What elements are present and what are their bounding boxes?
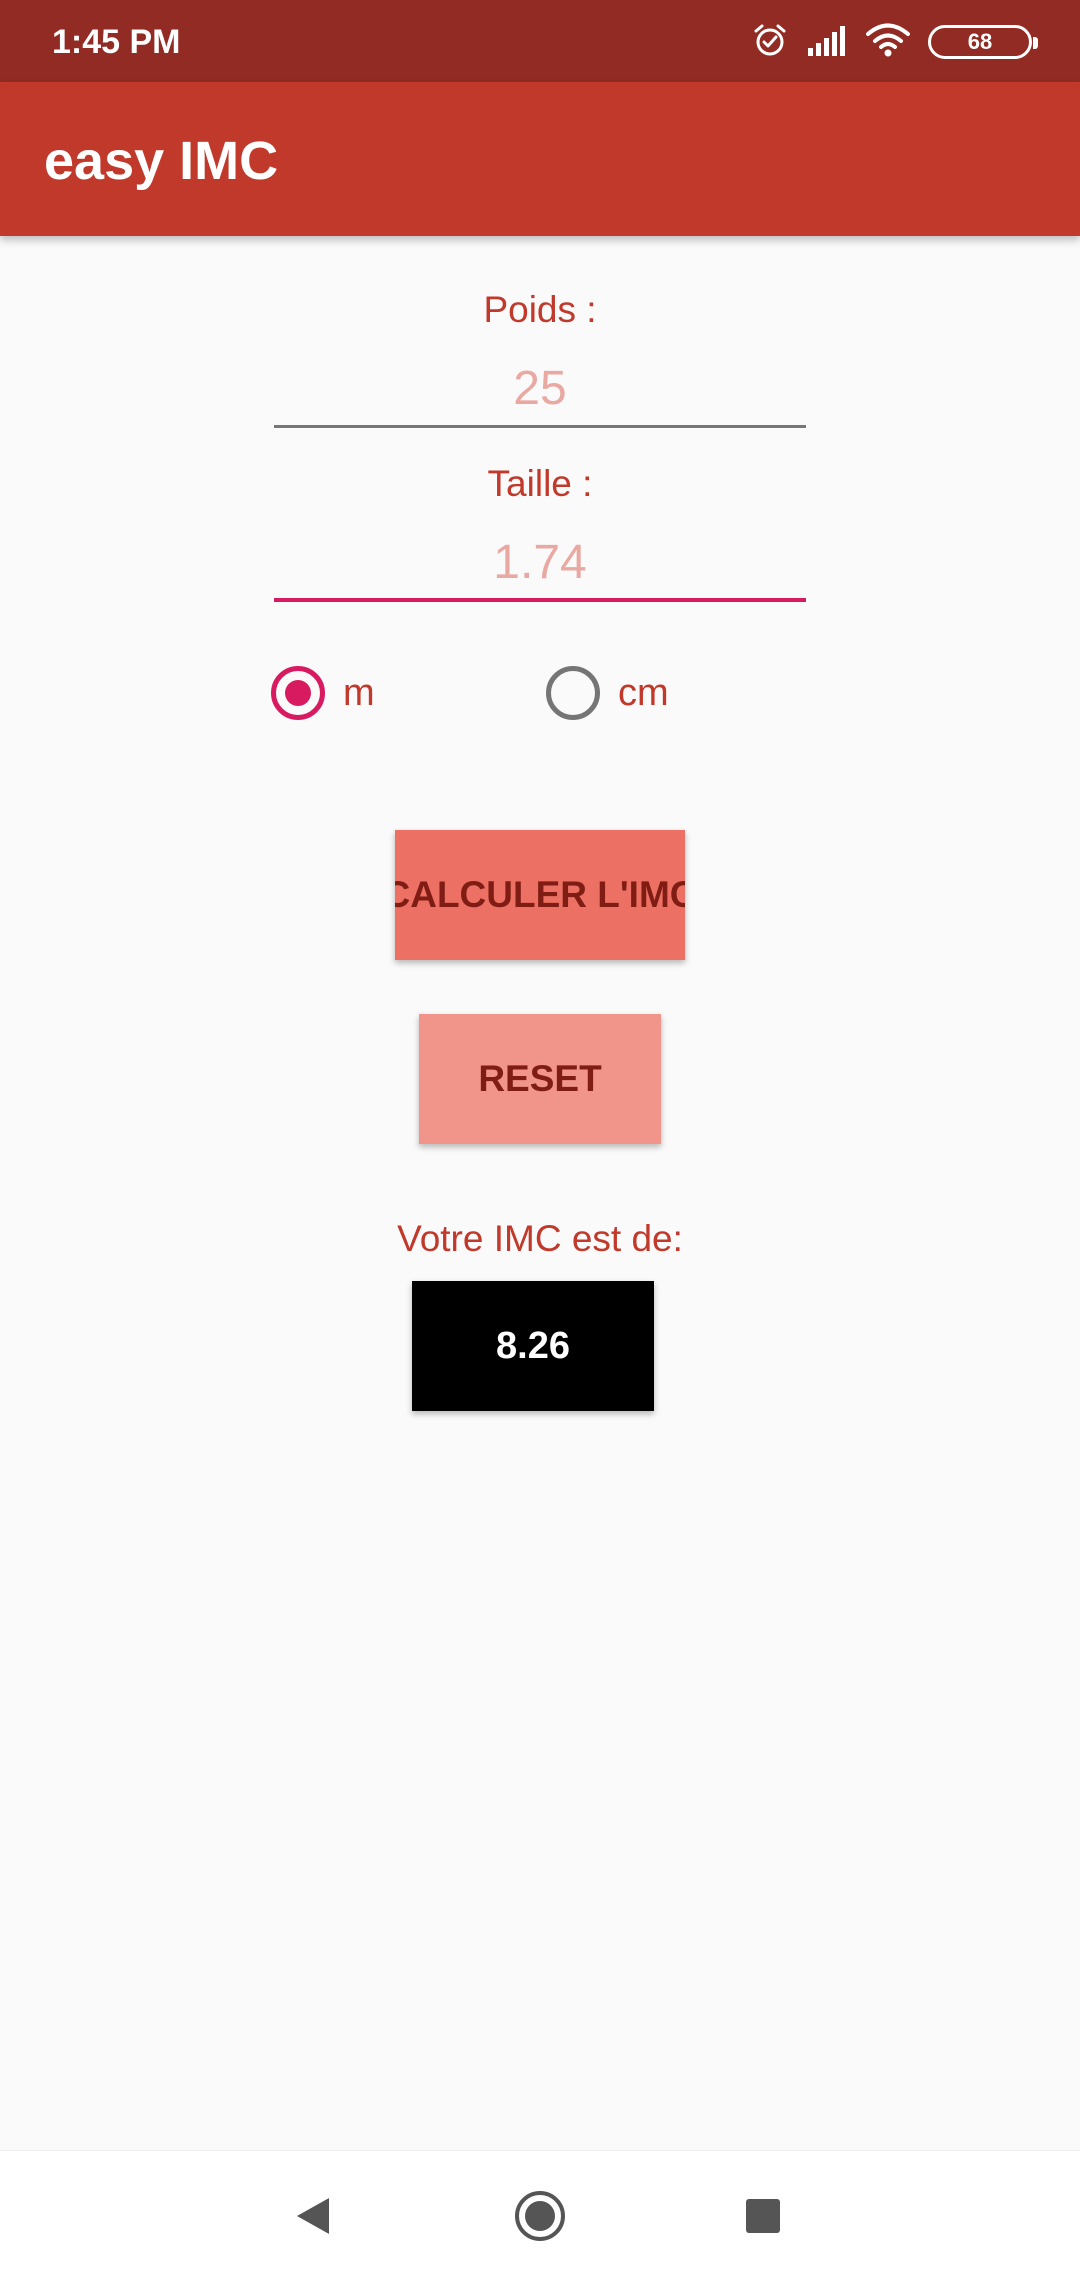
result-label: Votre IMC est de: bbox=[397, 1218, 683, 1259]
app-bar: easy IMC bbox=[0, 82, 1080, 236]
unit-radio-m[interactable]: m bbox=[271, 666, 375, 720]
battery-icon: 68 bbox=[928, 25, 1038, 59]
height-label: Taille : bbox=[487, 463, 593, 504]
wifi-icon bbox=[866, 23, 910, 62]
status-time: 1:45 PM bbox=[52, 23, 181, 61]
back-icon[interactable] bbox=[278, 2181, 348, 2251]
navigation-bar bbox=[0, 2150, 1080, 2281]
main-content: Poids : Taille : m cm CALCULER L'IMC RES… bbox=[0, 236, 1080, 2150]
height-input[interactable] bbox=[274, 530, 806, 594]
calculate-button[interactable]: CALCULER L'IMC bbox=[395, 830, 685, 960]
reset-button[interactable]: RESET bbox=[419, 1014, 661, 1144]
status-icons: 68 bbox=[752, 20, 1038, 64]
radio-checked-icon[interactable] bbox=[271, 666, 325, 720]
status-bar: 1:45 PM 68 bbox=[0, 0, 1080, 82]
result-value: 8.26 bbox=[412, 1281, 654, 1411]
app-title: easy IMC bbox=[44, 131, 279, 191]
signal-icon bbox=[806, 24, 848, 61]
alarm-icon bbox=[752, 22, 788, 63]
battery-level: 68 bbox=[967, 29, 993, 54]
radio-unchecked-icon[interactable] bbox=[546, 666, 600, 720]
height-input-underline bbox=[274, 598, 806, 602]
unit-radio-m-label: m bbox=[343, 671, 375, 714]
home-icon[interactable] bbox=[505, 2181, 575, 2251]
recents-icon[interactable] bbox=[728, 2181, 798, 2251]
weight-label: Poids : bbox=[483, 289, 597, 330]
weight-input-underline bbox=[274, 425, 806, 428]
unit-radio-cm[interactable]: cm bbox=[546, 666, 669, 720]
unit-radio-cm-label: cm bbox=[618, 671, 669, 714]
weight-input[interactable] bbox=[274, 356, 806, 420]
